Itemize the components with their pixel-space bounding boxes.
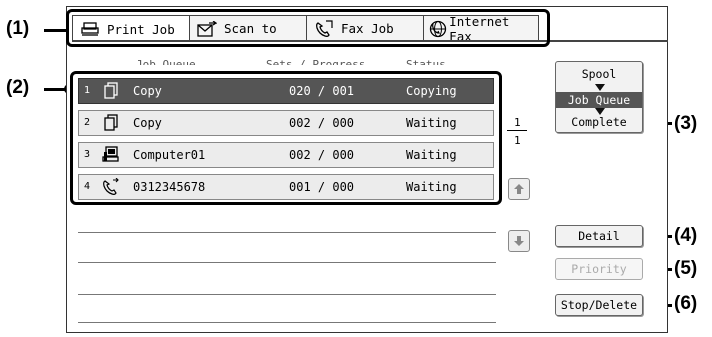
mode-complete[interactable]: Complete bbox=[556, 114, 642, 130]
empty-row-line bbox=[78, 232, 496, 233]
page-total: 1 bbox=[514, 134, 521, 147]
callout-3: (3) bbox=[674, 113, 698, 134]
page-current: 1 bbox=[514, 116, 521, 129]
column-header-job-queue: Job Queue bbox=[136, 58, 196, 65]
scroll-down-button[interactable] bbox=[508, 230, 530, 252]
job-list-highlight-bracket bbox=[70, 71, 502, 205]
mode-job-queue[interactable]: Job Queue bbox=[556, 92, 642, 108]
empty-row-line bbox=[78, 322, 496, 323]
detail-button[interactable]: Detail bbox=[555, 225, 643, 247]
mode-spool[interactable]: Spool bbox=[556, 66, 642, 82]
empty-row-line bbox=[78, 262, 496, 263]
page-divider bbox=[507, 130, 527, 131]
stop-delete-button[interactable]: Stop/Delete bbox=[555, 294, 643, 316]
tabs-highlight-bracket bbox=[66, 9, 550, 47]
column-header-sets-progress: Sets / Progress bbox=[266, 58, 366, 65]
queue-mode-selector[interactable]: Spool Job Queue Complete bbox=[555, 61, 643, 133]
callout-6: (6) bbox=[674, 293, 698, 314]
empty-row-line bbox=[78, 294, 496, 295]
callout-4: (4) bbox=[674, 225, 698, 246]
callout-1: (1) bbox=[6, 18, 30, 39]
column-header-status: Status bbox=[406, 58, 446, 65]
arrow-up-icon bbox=[514, 184, 524, 194]
triangle-down-icon bbox=[595, 84, 605, 91]
arrow-down-icon bbox=[514, 236, 524, 246]
scroll-up-button[interactable] bbox=[508, 178, 530, 200]
callout-2: (2) bbox=[6, 77, 30, 98]
callout-5: (5) bbox=[674, 258, 698, 279]
priority-button[interactable]: Priority bbox=[555, 258, 643, 280]
